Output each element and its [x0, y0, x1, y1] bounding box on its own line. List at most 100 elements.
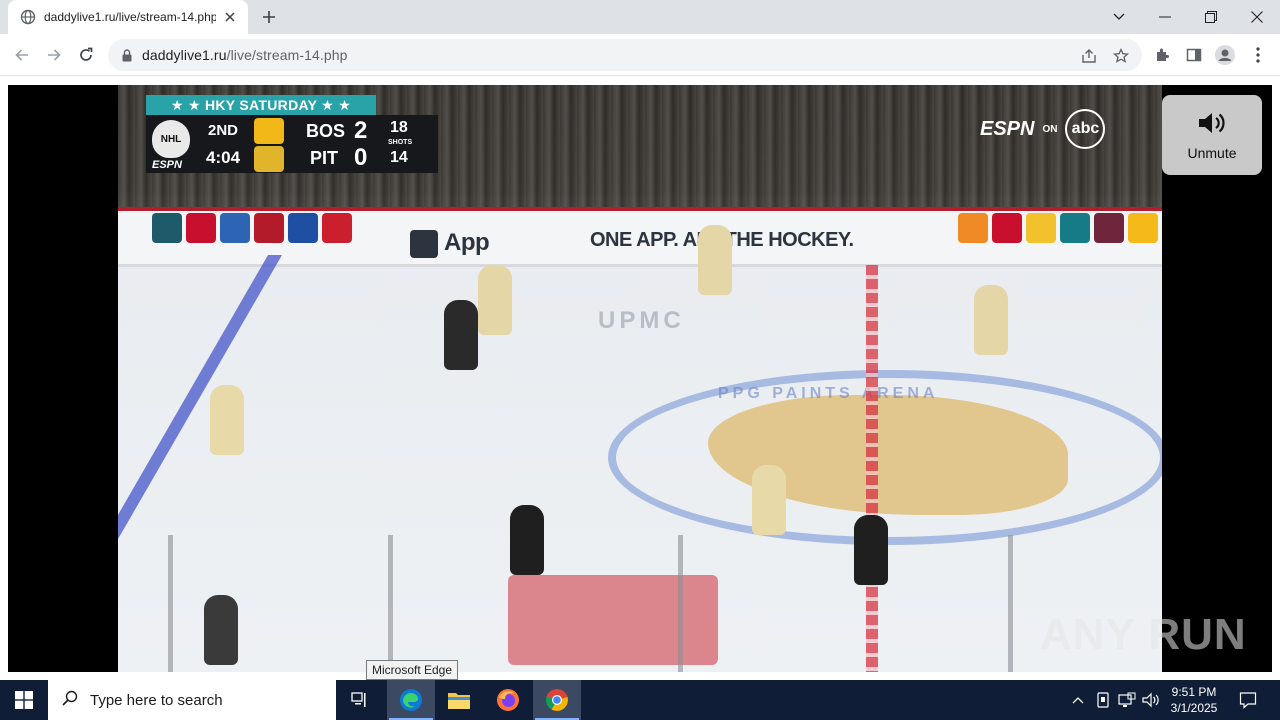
system-clock[interactable]: 9:51 PM 3/1/2025	[1160, 680, 1228, 720]
network-icon[interactable]	[1116, 680, 1138, 720]
restore-icon[interactable]	[1188, 0, 1234, 34]
scorebug-banner: ★ ★ HKY SATURDAY ★ ★	[146, 95, 376, 115]
partner-logo: abc	[1065, 109, 1106, 149]
watermark-text: ANY RUN	[1040, 610, 1247, 659]
team-logo	[288, 213, 318, 243]
video-frame[interactable]: App ONE APP. ALL THE HOCKEY. UPMC PPG PA…	[118, 85, 1162, 672]
close-icon[interactable]	[222, 9, 238, 25]
file-explorer-icon[interactable]	[435, 680, 483, 720]
unmute-label: Unmute	[1187, 144, 1237, 161]
glass-post	[1008, 535, 1013, 672]
pit-logo	[254, 146, 284, 172]
taskbar-tooltip: Microsoft Edge	[366, 660, 459, 680]
team-logo	[992, 213, 1022, 243]
hockey-player	[444, 300, 478, 370]
device-icon[interactable]	[1092, 680, 1114, 720]
taskbar-search[interactable]: Type here to search	[48, 680, 336, 720]
tab-title: daddylive1.ru/live/stream-14.php	[44, 10, 216, 24]
notification-icon[interactable]	[1232, 680, 1264, 720]
home-score: 0	[354, 144, 368, 171]
boards-ad	[508, 575, 718, 665]
hockey-player	[974, 285, 1008, 355]
volume-icon[interactable]	[1140, 680, 1162, 720]
url-path: /live/stream-14.php	[226, 47, 348, 63]
window-close-icon[interactable]	[1234, 0, 1280, 34]
address-bar[interactable]: daddylive1.ru/live/stream-14.php	[108, 39, 1142, 71]
hockey-player	[510, 505, 544, 575]
glass-post	[168, 535, 173, 672]
plus-icon[interactable]	[257, 5, 281, 29]
away-shots: 18	[390, 119, 408, 136]
bos-logo	[254, 118, 284, 144]
team-logo	[220, 213, 250, 243]
minimize-icon[interactable]	[1142, 0, 1188, 34]
browser-toolbar: daddylive1.ru/live/stream-14.php	[0, 34, 1280, 76]
firefox-icon[interactable]	[484, 680, 532, 720]
share-icon[interactable]	[1080, 47, 1098, 65]
network-on: ON	[1042, 123, 1058, 135]
chevron-down-icon[interactable]	[1096, 0, 1142, 34]
hockey-player	[478, 265, 512, 335]
team-logo	[1128, 213, 1158, 243]
home-team: PIT	[310, 148, 339, 168]
glass-post	[678, 535, 683, 672]
web-page: App ONE APP. ALL THE HOCKEY. UPMC PPG PA…	[0, 77, 1280, 680]
network-logo: ESPN	[980, 117, 1035, 140]
edge-icon[interactable]	[387, 680, 435, 720]
url-host: daddylive1.ru	[142, 47, 227, 63]
team-logo	[186, 213, 216, 243]
away-team: BOS	[306, 121, 346, 141]
windows-logo-icon[interactable]	[0, 680, 48, 720]
broadcast-bug: ESPN ON abc	[980, 109, 1106, 149]
chevron-up-icon[interactable]	[1068, 680, 1088, 720]
browser-tab[interactable]: daddylive1.ru/live/stream-14.php	[8, 0, 248, 34]
search-icon	[62, 690, 78, 711]
reload-icon[interactable]	[72, 41, 100, 69]
task-view-icon[interactable]	[336, 680, 384, 720]
hockey-player	[204, 595, 238, 665]
hockey-player	[752, 465, 786, 535]
menu-icon[interactable]	[1248, 45, 1268, 65]
hockey-player	[698, 225, 732, 295]
profile-icon[interactable]	[1215, 45, 1235, 65]
windows-taskbar: Type here to search 9:51 PM 3/1/2025	[0, 680, 1280, 720]
team-logo	[1094, 213, 1124, 243]
search-placeholder: Type here to search	[90, 691, 223, 709]
nhl-logo: NHL	[152, 120, 190, 158]
team-logo	[152, 213, 182, 243]
back-icon[interactable]	[8, 41, 36, 69]
unmute-button[interactable]: Unmute	[1162, 95, 1262, 175]
shots-label: SHOTS	[388, 139, 413, 146]
globe-icon	[20, 9, 36, 25]
anyrun-watermark: ANY RUN	[1040, 610, 1247, 660]
glass-post	[388, 535, 393, 672]
arena-name: PPG PAINTS ARENA	[718, 385, 939, 402]
lock-icon[interactable]	[120, 48, 134, 62]
speaker-icon	[1197, 110, 1227, 141]
game-clock: 4:04	[206, 148, 241, 167]
team-logo	[1026, 213, 1056, 243]
video-player[interactable]: App ONE APP. ALL THE HOCKEY. UPMC PPG PA…	[8, 85, 1272, 672]
chrome-icon[interactable]	[533, 680, 581, 720]
team-logo	[958, 213, 988, 243]
away-score: 2	[354, 117, 368, 144]
boards-app-text: App	[410, 229, 490, 258]
clock-date: 3/1/2025	[1170, 701, 1218, 715]
hockey-player	[854, 515, 888, 585]
star-icon[interactable]	[1112, 47, 1130, 65]
extensions-icon[interactable]	[1152, 45, 1172, 65]
team-logo	[1060, 213, 1090, 243]
boards-app-label: App	[444, 229, 490, 256]
forward-icon[interactable]	[40, 41, 68, 69]
side-panel-icon[interactable]	[1184, 45, 1204, 65]
home-shots: 14	[390, 149, 408, 166]
scorebug: ★ ★ HKY SATURDAY ★ ★ NHL ESPN 2ND 4:04 B…	[146, 95, 438, 175]
tab-strip: daddylive1.ru/live/stream-14.php	[0, 0, 1280, 34]
url-text: daddylive1.ru/live/stream-14.php	[142, 47, 348, 63]
hockey-player	[210, 385, 244, 455]
clock-time: 9:51 PM	[1171, 685, 1217, 699]
team-logo	[254, 213, 284, 243]
ice-sponsor: UPMC	[598, 307, 685, 334]
espn-small-logo: ESPN	[152, 159, 182, 171]
team-logo	[322, 213, 352, 243]
